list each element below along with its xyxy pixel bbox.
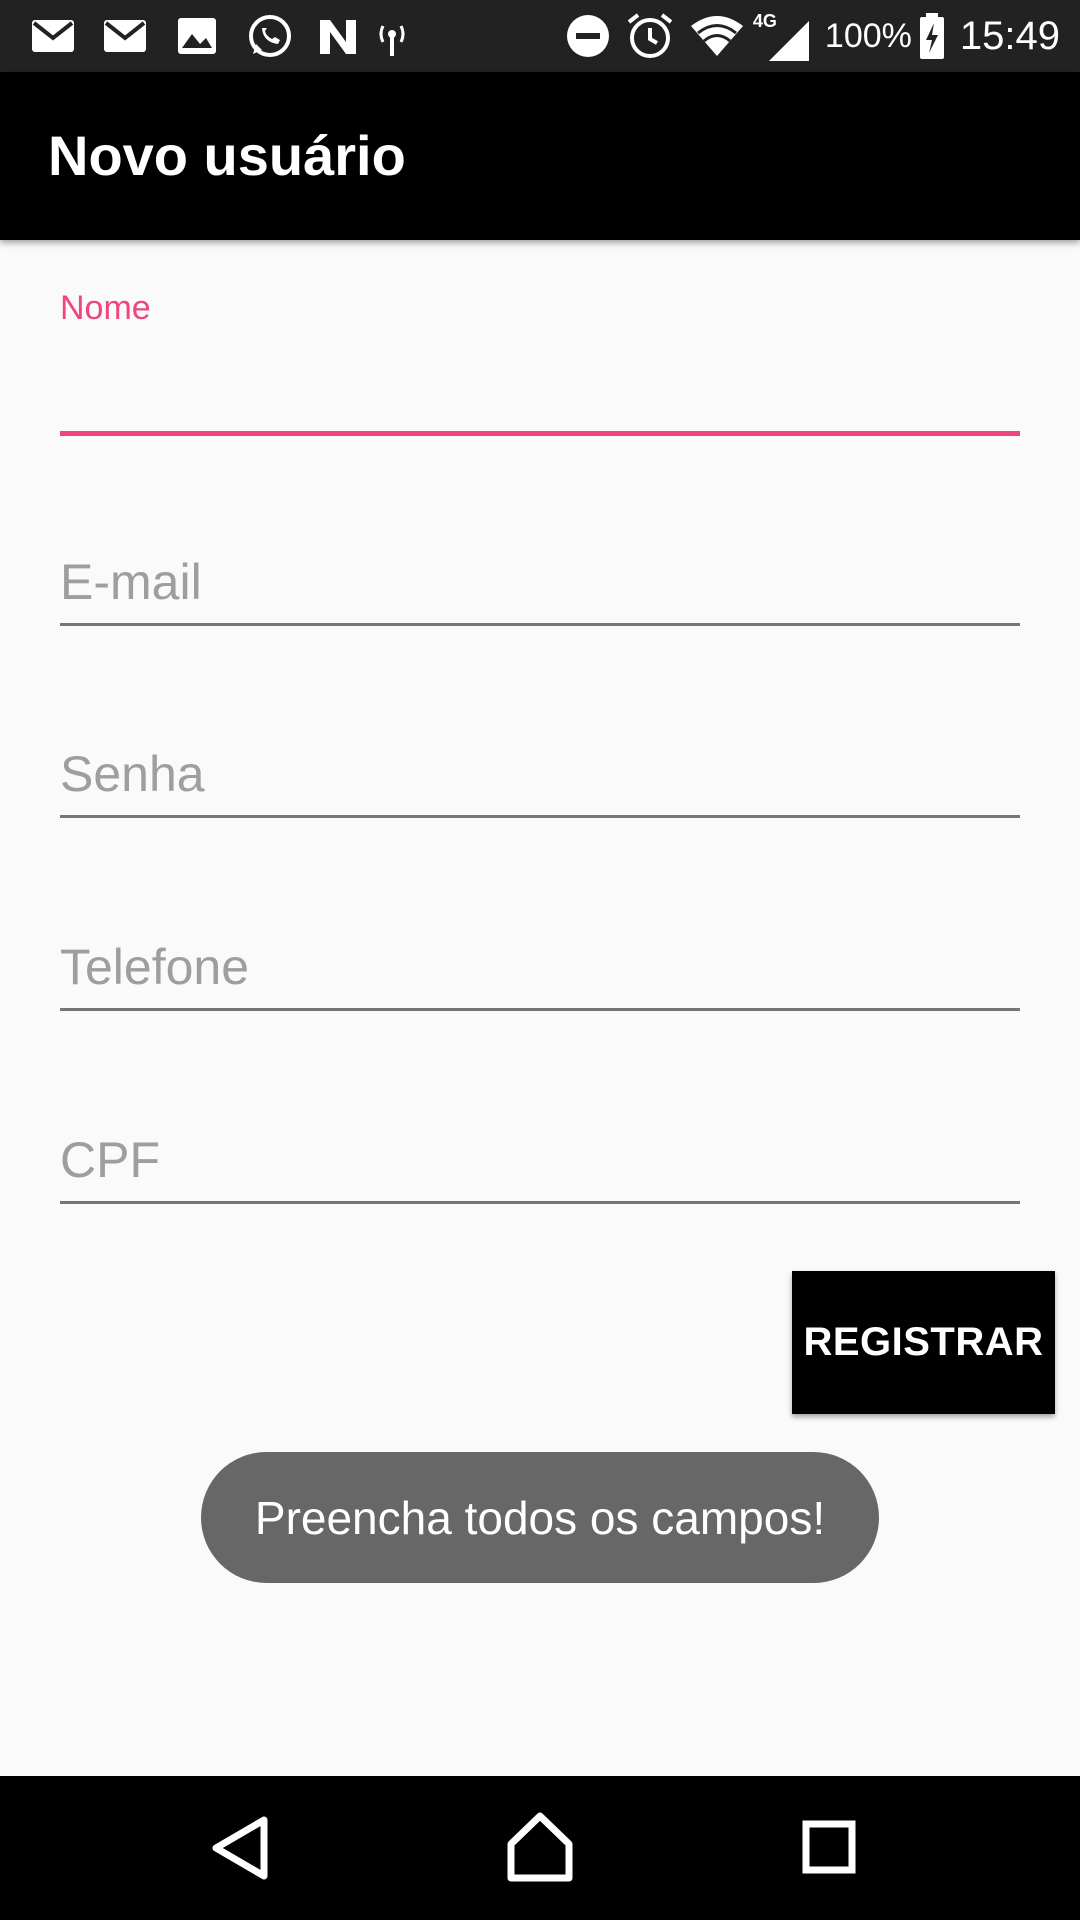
battery-charging-icon bbox=[919, 13, 944, 59]
navigation-bar bbox=[0, 1776, 1080, 1920]
email-field-container bbox=[60, 540, 1020, 626]
cell-signal-icon bbox=[768, 21, 809, 61]
register-button[interactable]: REGISTRAR bbox=[792, 1271, 1055, 1414]
cell-signal-group: 4G bbox=[745, 11, 815, 61]
app-toolbar: Novo usuário bbox=[0, 72, 1080, 240]
back-icon[interactable] bbox=[196, 1806, 286, 1890]
email-input[interactable] bbox=[60, 553, 1020, 626]
notification-icons bbox=[30, 14, 410, 58]
wifi-icon bbox=[690, 16, 743, 56]
system-icons: 4G 100% 15:49 bbox=[565, 10, 1060, 62]
nome-label: Nome bbox=[60, 289, 151, 327]
status-bar: 4G 100% 15:49 bbox=[0, 0, 1080, 72]
n-app-icon bbox=[320, 20, 356, 54]
nome-field-container: Nome bbox=[60, 288, 1020, 436]
do-not-disturb-icon bbox=[566, 15, 609, 57]
page-title: Novo usuário bbox=[48, 124, 406, 187]
recents-icon[interactable] bbox=[784, 1806, 874, 1890]
senha-field-container bbox=[60, 732, 1020, 818]
senha-input[interactable] bbox=[60, 745, 1020, 818]
mail-icon bbox=[104, 20, 146, 52]
toast-message: Preencha todos os campos! bbox=[201, 1452, 879, 1583]
nome-input[interactable] bbox=[60, 361, 1020, 436]
alarm-icon bbox=[627, 13, 673, 58]
cpf-field-container bbox=[60, 1118, 1020, 1204]
telefone-input[interactable] bbox=[60, 938, 1020, 1011]
image-icon bbox=[178, 18, 216, 54]
hotspot-icon bbox=[379, 25, 405, 56]
whatsapp-icon bbox=[249, 15, 291, 57]
mail-icon bbox=[32, 20, 74, 52]
cpf-input[interactable] bbox=[60, 1131, 1020, 1204]
telefone-field-container bbox=[60, 925, 1020, 1011]
home-icon[interactable] bbox=[495, 1806, 585, 1890]
clock: 15:49 bbox=[959, 13, 1060, 58]
battery-percent: 100% bbox=[824, 16, 912, 55]
